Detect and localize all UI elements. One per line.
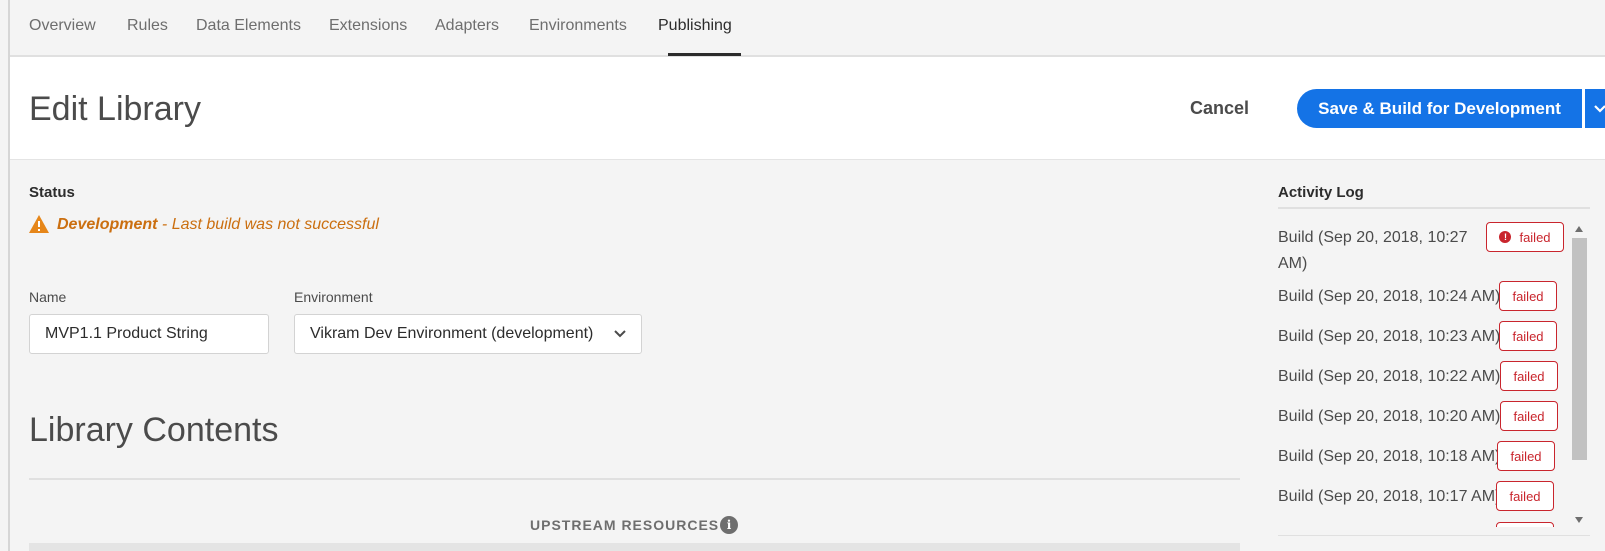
- status-badge-label: failed: [1510, 448, 1542, 464]
- error-icon: !: [1499, 231, 1512, 243]
- page-title: Edit Library: [29, 90, 201, 128]
- list-item: Build (Sep 20, 2018, 10:18 AM): [1278, 444, 1500, 470]
- status-badge-label: failed: [1509, 488, 1541, 504]
- scroll-up-icon[interactable]: [1575, 226, 1583, 232]
- name-label: Name: [29, 289, 67, 305]
- log-entry-text: Build (Sep 20, 2018, 10:17 AM): [1278, 488, 1501, 505]
- environment-label: Environment: [294, 289, 373, 305]
- tab-data-elements[interactable]: Data Elements: [196, 17, 301, 35]
- activity-log-title: Activity Log: [1278, 184, 1364, 201]
- status-environment: Development: [57, 216, 158, 233]
- status-badge[interactable]: failed: [1500, 401, 1558, 431]
- status-badge[interactable]: [1496, 522, 1554, 527]
- status-badge[interactable]: failed: [1500, 361, 1558, 391]
- log-entry-text: Build (Sep 20, 2018, 10:24 AM): [1278, 288, 1501, 305]
- tab-adapters[interactable]: Adapters: [435, 17, 499, 35]
- warning-icon: [29, 215, 49, 233]
- divider: [1278, 535, 1590, 536]
- list-item: Build (Sep 20, 2018, 10:23 AM): [1278, 324, 1500, 350]
- log-entry-text: Build (Sep 20, 2018, 10:23 AM): [1278, 328, 1501, 345]
- chevron-down-icon: [1594, 104, 1605, 113]
- environment-select[interactable]: Vikram Dev Environment (development): [294, 314, 642, 354]
- page-header: Edit Library Cancel Save & Build for Dev…: [10, 57, 1605, 160]
- log-entry-text: Build (Sep 20, 2018, 10:27: [1278, 229, 1468, 246]
- activity-log-scrollbar[interactable]: [1570, 221, 1588, 531]
- list-item: Build (Sep 20, 2018, 10:17 AM): [1278, 484, 1500, 510]
- status-badge-label: failed: [1512, 288, 1544, 304]
- top-nav-tabs: Overview Rules Data Elements Extensions …: [10, 0, 1605, 57]
- info-icon[interactable]: i: [720, 516, 738, 534]
- list-item: Build (Sep 20, 2018, 10:22 AM): [1278, 364, 1500, 390]
- chevron-down-icon: [614, 330, 626, 338]
- tab-rules[interactable]: Rules: [127, 17, 168, 35]
- name-input[interactable]: [29, 314, 269, 354]
- status-badge[interactable]: failed: [1497, 441, 1555, 471]
- scrollbar-thumb[interactable]: [1572, 238, 1587, 460]
- log-entry-text: Build (Sep 20, 2018, 10:18 AM): [1278, 448, 1501, 465]
- log-entry-text-cont: AM): [1278, 255, 1308, 272]
- status-badge-label: failed: [1519, 229, 1551, 245]
- tab-extensions[interactable]: Extensions: [329, 17, 407, 35]
- save-options-dropdown[interactable]: [1585, 89, 1605, 128]
- active-tab-indicator: [668, 53, 741, 56]
- status-badge[interactable]: failed: [1499, 321, 1557, 351]
- save-build-button[interactable]: Save & Build for Development: [1297, 89, 1582, 128]
- status-badge[interactable]: ! failed: [1486, 222, 1564, 252]
- scroll-down-icon[interactable]: [1575, 517, 1583, 523]
- log-entry-text: Build (Sep 20, 2018, 10:20 AM): [1278, 408, 1501, 425]
- status-badge-label: failed: [1512, 328, 1544, 344]
- activity-log-list: Build (Sep 20, 2018, 10:27 AM) ! failed …: [1278, 217, 1570, 527]
- divider: [29, 478, 1240, 480]
- tab-overview[interactable]: Overview: [29, 17, 96, 35]
- status-badge-label: failed: [1513, 368, 1545, 384]
- tab-environments[interactable]: Environments: [529, 17, 627, 35]
- upstream-resources-panel: [29, 543, 1240, 551]
- status-badge[interactable]: failed: [1496, 481, 1554, 511]
- environment-value: Vikram Dev Environment (development): [310, 325, 594, 342]
- cancel-button[interactable]: Cancel: [1190, 98, 1249, 119]
- divider: [1278, 207, 1590, 209]
- status-label: Status: [29, 184, 75, 201]
- status-badge-label: failed: [1513, 408, 1545, 424]
- list-item: Build (Sep 20, 2018, 10:20 AM): [1278, 404, 1500, 430]
- library-contents-title: Library Contents: [29, 411, 279, 449]
- log-entry-text: Build (Sep 20, 2018, 10:22 AM): [1278, 368, 1501, 385]
- status-message: Development - Last build was not success…: [57, 216, 379, 234]
- list-item: Build (Sep 20, 2018, 10:24 AM): [1278, 284, 1500, 310]
- upstream-resources-label: UPSTREAM RESOURCES: [530, 517, 720, 533]
- list-item: Build (Sep 20, 2018, 10:27 AM): [1278, 225, 1467, 277]
- tab-publishing[interactable]: Publishing: [658, 17, 732, 35]
- status-badge[interactable]: failed: [1499, 281, 1557, 311]
- status-detail: - Last build was not successful: [157, 216, 379, 233]
